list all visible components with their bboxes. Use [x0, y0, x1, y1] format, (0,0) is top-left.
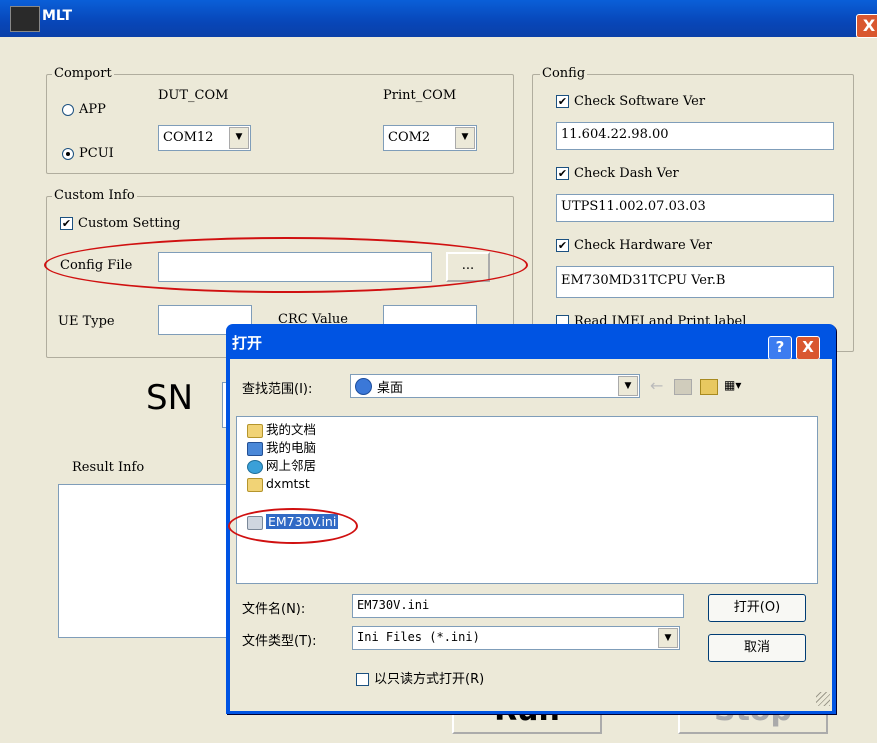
list-item[interactable]: 我的电脑 [247, 439, 316, 457]
filename-input[interactable]: EM730V.ini [352, 594, 684, 618]
file-name: 我的电脑 [266, 440, 317, 455]
radio-app-dot [62, 103, 74, 116]
radio-pcui-label: PCUI [79, 146, 114, 161]
look-in-label: 查找范围(I): [242, 382, 313, 397]
sn-label: SN [146, 378, 194, 418]
result-info-box [58, 484, 240, 638]
check-dash-label: Check Dash Ver [574, 166, 679, 181]
list-item[interactable]: 我的文档 [247, 421, 316, 439]
up-folder-icon[interactable] [674, 379, 692, 395]
ue-type-label: UE Type [58, 314, 115, 329]
list-item[interactable]: dxmtst [247, 475, 310, 493]
back-arrow-icon[interactable]: ← [650, 376, 663, 395]
check-dash-checkbox[interactable]: ✔ Check Dash Ver [556, 166, 679, 181]
check-hardware-checkbox[interactable]: ✔ Check Hardware Ver [556, 238, 712, 253]
check-software-label: Check Software Ver [574, 94, 706, 109]
annotation-oval-file [228, 508, 358, 544]
dut-com-select[interactable]: COM12 ▼ [158, 125, 251, 151]
file-list[interactable]: 我的文档 我的电脑 网上邻居 dxmtst EM730V.ini [236, 416, 818, 584]
look-in-value: 桌面 [377, 381, 404, 396]
file-name: dxmtst [266, 476, 310, 491]
chevron-down-icon[interactable]: ▼ [229, 127, 249, 149]
app-titlebar [0, 0, 877, 37]
app-icon [10, 6, 40, 32]
resize-grip-icon[interactable] [816, 692, 830, 706]
open-button[interactable]: 打开(O) [708, 594, 806, 622]
chevron-down-icon[interactable]: ▼ [658, 628, 678, 648]
software-ver-input[interactable]: 11.604.22.98.00 [556, 122, 834, 150]
filetype-label: 文件类型(T): [242, 634, 317, 649]
config-group-label: Config [540, 66, 588, 81]
radio-app[interactable]: APP [62, 102, 106, 117]
checkmark-icon: ✔ [60, 217, 73, 230]
chevron-down-icon[interactable]: ▼ [455, 127, 475, 149]
checkmark-icon: ✔ [556, 239, 569, 252]
chevron-down-icon[interactable]: ▼ [618, 376, 638, 396]
annotation-oval-config [44, 237, 528, 293]
custom-info-group-label: Custom Info [52, 188, 137, 203]
my-computer-icon [247, 441, 263, 456]
dialog-close-button[interactable]: X [796, 336, 820, 360]
folder-icon [247, 477, 263, 492]
print-com-select[interactable]: COM2 ▼ [383, 125, 477, 151]
checkmark-icon: ✔ [556, 95, 569, 108]
filetype-select[interactable]: Ini Files (*.ini) ▼ [352, 626, 680, 650]
desktop-icon [355, 378, 372, 395]
my-documents-icon [247, 423, 263, 438]
custom-setting-checkbox[interactable]: ✔ Custom Setting [60, 216, 180, 231]
cancel-button[interactable]: 取消 [708, 634, 806, 662]
result-info-label: Result Info [72, 460, 145, 475]
dash-ver-input[interactable]: UTPS11.002.07.03.03 [556, 194, 834, 222]
app-close-button[interactable]: X [856, 14, 877, 38]
look-in-select[interactable]: 桌面 ▼ [350, 374, 640, 398]
radio-app-label: APP [79, 102, 106, 117]
help-button[interactable]: ? [768, 336, 792, 360]
readonly-label: 以只读方式打开(R) [374, 672, 485, 687]
new-folder-icon[interactable] [700, 379, 718, 395]
comport-group-label: Comport [52, 66, 114, 81]
dialog-title: 打开 [232, 334, 263, 352]
dut-com-label: DUT_COM [158, 88, 229, 103]
checkmark-icon: ✔ [556, 167, 569, 180]
file-name: 我的文档 [266, 422, 317, 437]
print-com-value: COM2 [388, 130, 431, 145]
filetype-value: Ini Files (*.ini) [357, 630, 480, 644]
radio-pcui-dot [62, 147, 74, 160]
print-com-label: Print_COM [383, 88, 457, 103]
view-menu-icon[interactable]: ▦▾ [724, 378, 748, 394]
check-hardware-label: Check Hardware Ver [574, 238, 712, 253]
hardware-ver-input[interactable]: EM730MD31TCPU Ver.B [556, 266, 834, 298]
check-software-checkbox[interactable]: ✔ Check Software Ver [556, 94, 705, 109]
file-name: 网上邻居 [266, 458, 317, 473]
list-item[interactable]: 网上邻居 [247, 457, 316, 475]
custom-setting-label: Custom Setting [78, 216, 181, 231]
filename-label: 文件名(N): [242, 602, 306, 617]
radio-pcui[interactable]: PCUI [62, 146, 114, 161]
checkbox-box [356, 673, 369, 686]
network-places-icon [247, 459, 263, 474]
dut-com-value: COM12 [163, 130, 214, 145]
app-title: MLT [42, 8, 73, 24]
readonly-checkbox[interactable]: 以只读方式打开(R) [356, 668, 484, 687]
